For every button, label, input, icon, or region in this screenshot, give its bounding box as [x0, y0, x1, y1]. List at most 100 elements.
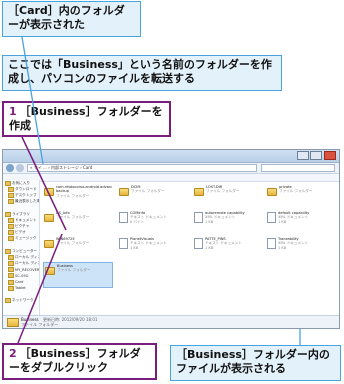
- file-list: com.nttdocomo.android.advanced backup ファイ…: [40, 180, 339, 317]
- file-item[interactable]: PlanetVisuals テキスト ドキュメント 1 KB: [118, 236, 188, 262]
- folder-icon: [8, 199, 14, 205]
- document-icon: [267, 212, 276, 223]
- folder-item[interactable]: LOST.DIR ファイル フォルダー: [193, 184, 263, 210]
- file-type: ファイル フォルダー: [279, 189, 313, 194]
- title-bar: [3, 150, 339, 163]
- folder-item[interactable]: com.nttdocomo.android.advanced backup ファイ…: [43, 184, 113, 210]
- file-size: 1 KB: [278, 219, 287, 224]
- file-item[interactable]: autoremote capability XML ドキュメント 1 KB: [193, 210, 263, 236]
- file-type: ファイル フォルダー: [206, 189, 240, 194]
- nav-item-label: ライブラリ: [12, 211, 30, 216]
- folder-item[interactable]: WIN6972E ファイル フォルダー: [43, 236, 113, 262]
- nav-item[interactable]: ダウンロード: [3, 186, 39, 192]
- file-item-text: private ファイル フォルダー: [279, 185, 313, 194]
- nav-item[interactable]: ドキュメント: [3, 217, 39, 223]
- step-1-create-folder: 1 ［Business］フォルダーを作成: [2, 101, 171, 137]
- file-item-text: Traceability XML ドキュメント 1 KB: [278, 237, 308, 250]
- file-item-text: com.nttdocomo.android.advanced backup ファイ…: [56, 185, 112, 198]
- explorer-window: « マイ ... › 内部ストレージ › Card お気に入り ダウンロード デスク…: [2, 149, 340, 329]
- nav-item-label: コンピューター: [12, 248, 38, 253]
- step-2-double-click: 2 ［Business］フォルダーをダブルクリック: [2, 343, 157, 380]
- folder-icon: [5, 180, 11, 186]
- back-icon[interactable]: [6, 164, 14, 172]
- file-size: 1 KB: [130, 245, 139, 250]
- file-item[interactable]: COMinfo テキスト ドキュメント 0 バイト: [118, 210, 188, 236]
- folder-icon: [8, 186, 14, 192]
- folder-icon: [5, 248, 11, 254]
- file-item-text: Business ファイル フォルダー: [57, 264, 91, 273]
- nav-item-label: ドキュメント: [15, 217, 37, 222]
- step-1-text: ［Business］フォルダーを作成: [9, 105, 163, 132]
- file-item-text: DCIM ファイル フォルダー: [131, 185, 165, 194]
- folder-item[interactable]: DS_Info ファイル フォルダー: [43, 210, 113, 236]
- nav-item-label: ネットワーク: [12, 298, 34, 303]
- file-type: ファイル フォルダー: [56, 241, 90, 246]
- callout-business-files: ［Business］フォルダー内のファイルが表示される: [170, 345, 341, 381]
- folder-icon: [194, 188, 204, 196]
- nav-item-label: お気に入り: [12, 180, 30, 185]
- folder-item[interactable]: private ファイル フォルダー: [266, 184, 336, 210]
- details-type: ファイル フォルダー: [21, 322, 59, 327]
- callout-create-business: ここでは「Business」という名前のフォルダーを作成し、パソコンのファイルを…: [2, 55, 282, 91]
- close-button[interactable]: [324, 151, 336, 160]
- folder-icon: [8, 261, 14, 267]
- file-size: 1 KB: [278, 245, 287, 250]
- step-1-number: 1: [9, 105, 17, 118]
- folder-icon: [44, 240, 54, 248]
- document-icon: [119, 238, 128, 249]
- nav-item-label: ビデオ: [15, 230, 26, 235]
- nav-item-label: デスクトップ: [15, 192, 37, 197]
- folder-item[interactable]: Business ファイル フォルダー: [43, 262, 113, 288]
- nav-item-label: ローカル ディスク (C:): [15, 254, 39, 259]
- nav-item-label: ピクチャ: [15, 223, 30, 228]
- file-item[interactable]: Traceability XML ドキュメント 1 KB: [266, 236, 336, 262]
- folder-icon: [8, 254, 14, 260]
- nav-item[interactable]: コンピューター: [3, 248, 39, 254]
- file-item-text: PlanetVisuals テキスト ドキュメント 1 KB: [130, 237, 167, 250]
- nav-item[interactable]: ローカル ディスク (C:): [3, 254, 39, 260]
- nav-item-label: Tablet: [15, 286, 26, 291]
- details-pane: Business 更新日時: 2012/09/20 18:01 ファイル フォル…: [3, 315, 339, 328]
- address-bar: « マイ ... › 内部ストレージ › Card: [3, 163, 339, 174]
- file-size: 1 KB: [205, 245, 214, 250]
- nav-item[interactable]: デスクトップ: [3, 192, 39, 198]
- nav-item[interactable]: ミュージック: [3, 236, 39, 242]
- file-type: ファイル フォルダー: [56, 215, 90, 220]
- file-size: 1 KB: [205, 219, 214, 224]
- file-item-text: WIN6972E ファイル フォルダー: [56, 237, 90, 246]
- search-input[interactable]: [261, 164, 335, 172]
- file-item[interactable]: PATTE_PINS テキスト ドキュメント 1 KB: [193, 236, 263, 262]
- nav-item-label: Card: [15, 280, 24, 285]
- nav-item-label: ミュージック: [15, 236, 37, 241]
- maximize-button[interactable]: [310, 151, 322, 160]
- nav-item[interactable]: 最近表示した場所: [3, 199, 39, 205]
- folder-icon: [8, 230, 14, 236]
- folder-icon: [8, 279, 14, 285]
- file-item[interactable]: default capability XML ドキュメント 1 KB: [266, 210, 336, 236]
- folder-icon: [267, 188, 277, 196]
- minimize-button[interactable]: [297, 151, 309, 160]
- folder-icon: [44, 214, 54, 222]
- nav-item-label: ローカル ディスク (D:): [15, 261, 39, 266]
- file-item-text: autoremote capability XML ドキュメント 1 KB: [205, 211, 245, 224]
- file-type: ファイル フォルダー: [131, 189, 165, 194]
- folder-item[interactable]: DCIM ファイル フォルダー: [118, 184, 188, 210]
- nav-item[interactable]: ネットワーク: [3, 298, 39, 304]
- callout-folders-shown: ［Card］内のフォルダーが表示された: [2, 1, 141, 37]
- folder-icon: [8, 285, 14, 291]
- folder-icon: [8, 223, 14, 229]
- folder-icon: [8, 192, 14, 198]
- folder-icon: [5, 211, 11, 217]
- folder-icon: [8, 217, 14, 223]
- forward-icon[interactable]: [16, 164, 24, 172]
- file-item-text: COMinfo テキスト ドキュメント 0 バイト: [130, 211, 167, 224]
- folder-icon: [45, 267, 55, 275]
- nav-item[interactable]: ローカル ディスク (D:): [3, 260, 39, 267]
- address-input[interactable]: « マイ ... › 内部ストレージ › Card: [27, 164, 257, 172]
- step-2-text: ［Business］フォルダーをダブルクリック: [9, 347, 141, 374]
- document-icon: [267, 238, 276, 249]
- navigation-pane: お気に入りダウンロードデスクトップ最近表示した場所ライブラリドキュメントピクチャ…: [3, 180, 40, 317]
- file-item-text: PATTE_PINS テキスト ドキュメント 1 KB: [205, 237, 242, 250]
- file-type: ファイル フォルダー: [56, 193, 90, 198]
- file-item-text: DS_Info ファイル フォルダー: [56, 211, 90, 220]
